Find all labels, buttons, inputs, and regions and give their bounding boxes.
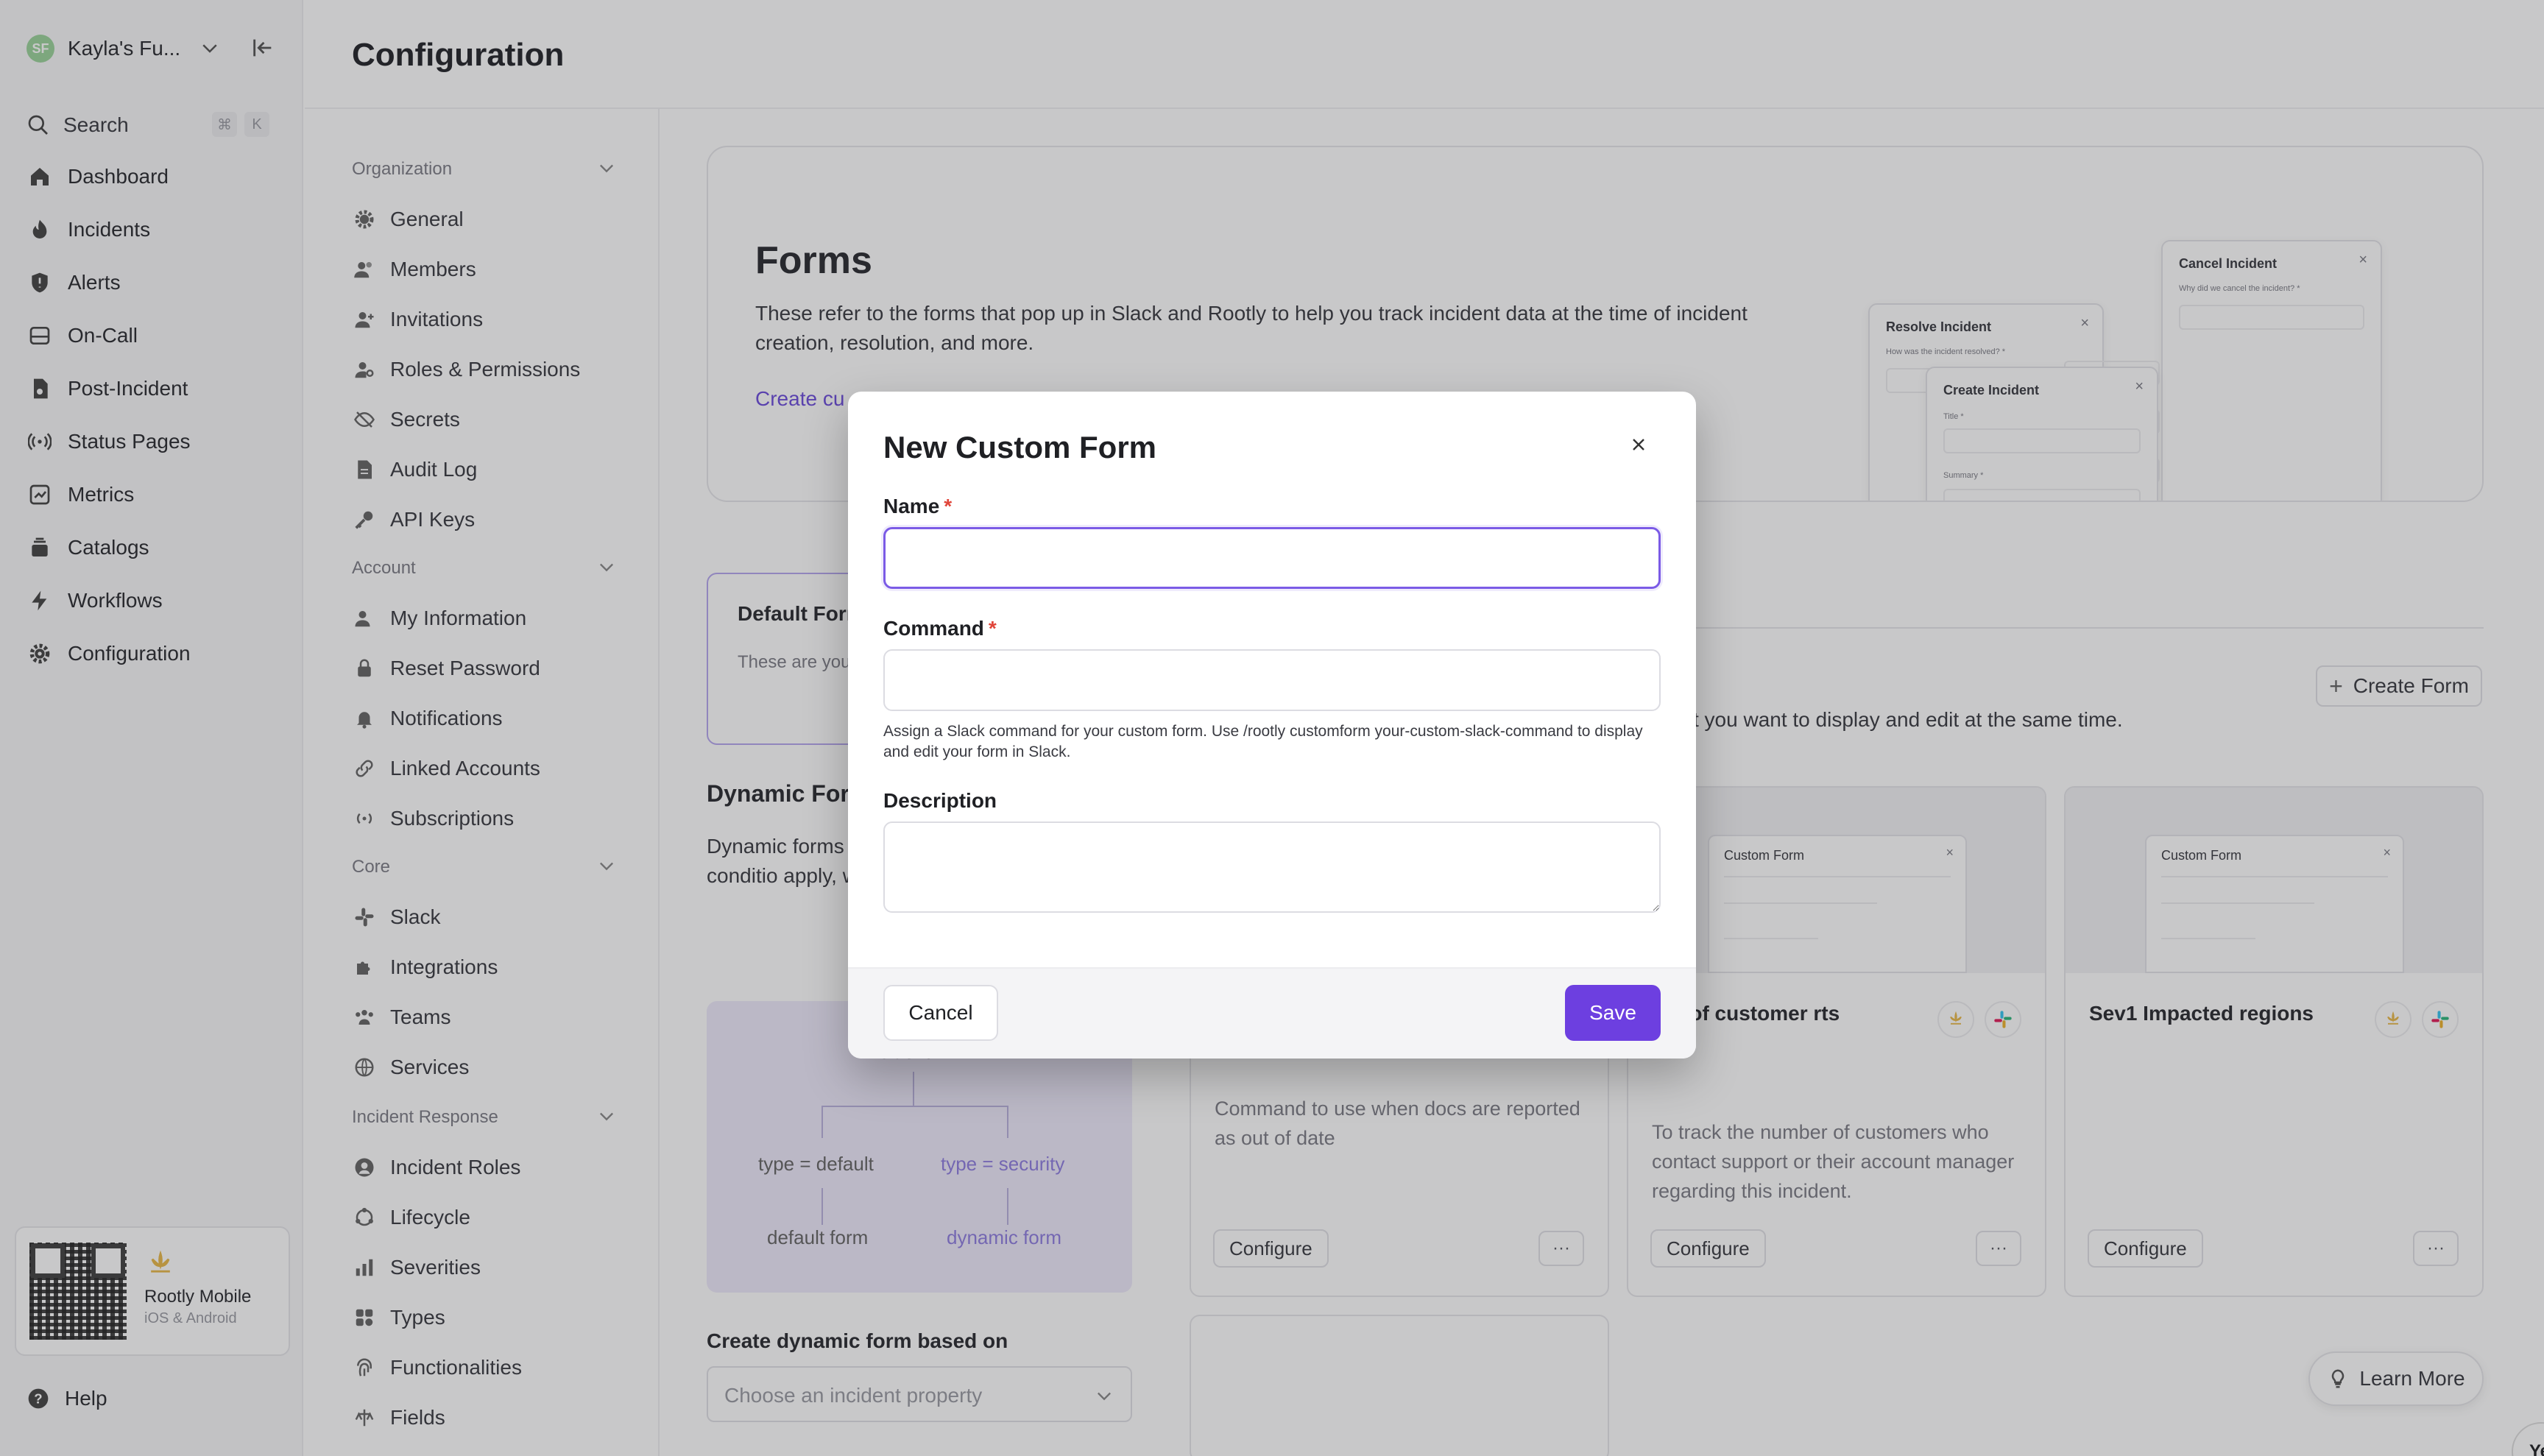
save-button[interactable]: Save <box>1565 985 1661 1041</box>
new-custom-form-dialog: New Custom Form Name * Command * Assign a … <box>848 392 1696 1059</box>
name-field-label: Name * <box>883 495 953 517</box>
app-root: SF Kayla's Fu... Search ⌘ K Dashboard In… <box>0 0 2544 1456</box>
name-input[interactable] <box>883 527 1661 589</box>
description-field-label: Description <box>883 789 997 812</box>
description-textarea[interactable] <box>883 821 1661 913</box>
command-field-label: Command * <box>883 617 997 640</box>
cancel-button[interactable]: Cancel <box>883 985 998 1041</box>
required-marker: * <box>988 617 997 640</box>
dialog-footer: Cancel Save <box>848 967 1696 1059</box>
dialog-title: New Custom Form <box>883 430 1157 464</box>
command-help-text: Assign a Slack command for your custom f… <box>883 723 1643 760</box>
required-marker: * <box>944 495 953 517</box>
close-button[interactable] <box>1622 428 1655 461</box>
close-icon <box>1633 439 1644 450</box>
command-input[interactable] <box>883 649 1661 711</box>
